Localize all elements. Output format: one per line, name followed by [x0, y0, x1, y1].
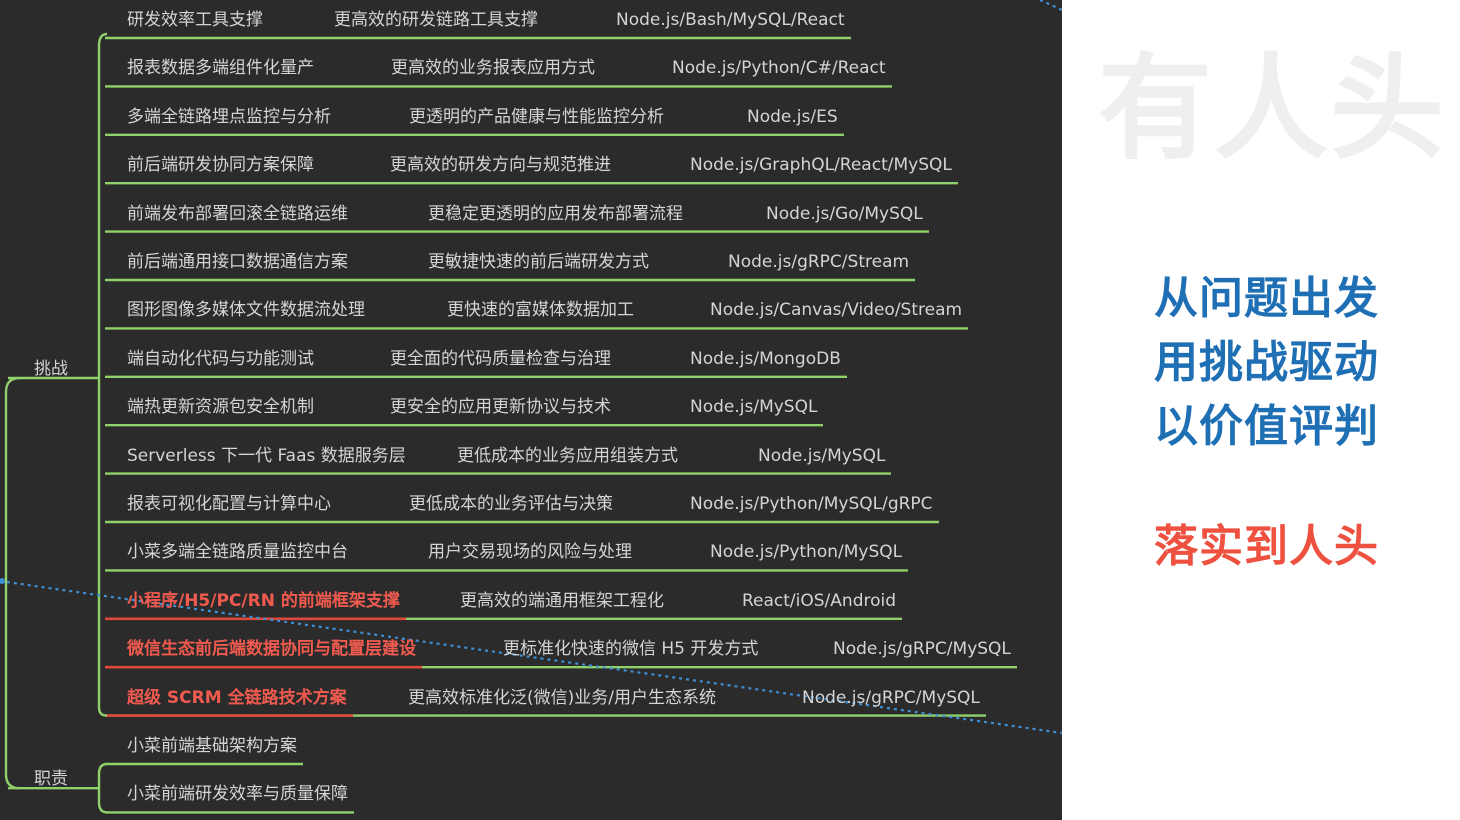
challenge-topic: 前端发布部署回滚全链路运维 [127, 203, 348, 224]
branch-challenge: 挑战 [34, 359, 68, 379]
challenge-value: 更透明的产品健康与性能监控分析 [409, 106, 664, 127]
slogan-line-1: 从问题出发 [1154, 273, 1379, 324]
challenge-tech: Node.js/gRPC/Stream [728, 252, 910, 272]
challenge-value: 用户交易现场的风险与处理 [428, 542, 632, 563]
challenge-value: 更高效的业务报表应用方式 [391, 58, 595, 79]
challenge-topic: 端热更新资源包安全机制 [127, 397, 314, 418]
challenge-value: 更低成本的业务评估与决策 [409, 494, 613, 514]
challenge-value: 更安全的应用更新协议与技术 [390, 397, 611, 418]
slogan-highlight: 落实到人头 [1154, 521, 1379, 572]
challenge-tech: Node.js/ES [747, 106, 838, 127]
challenge-topic: 报表数据多端组件化量产 [127, 58, 314, 79]
challenge-value: 更标准化快速的微信 H5 开发方式 [503, 639, 759, 660]
watermark-text: 有人头 [1098, 42, 1447, 175]
challenge-value: 更高效标准化泛(微信)业务/用户生态系统 [408, 687, 716, 708]
challenge-tech: Node.js/MySQL [758, 445, 886, 466]
challenge-value: 更高效的研发方向与规范推进 [390, 155, 611, 176]
challenge-tech: Node.js/Python/MySQL [710, 542, 903, 563]
challenge-topic: 端自动化代码与功能测试 [127, 348, 314, 369]
challenge-tech: Node.js/MongoDB [690, 348, 841, 369]
challenge-tech: Node.js/Go/MySQL [766, 203, 923, 224]
connector-line [1039, 0, 1062, 12]
slogan-line-2: 用挑战驱动 [1154, 337, 1379, 388]
challenge-tech: React/iOS/Android [742, 590, 897, 611]
slogan-line-3: 以价值评判 [1154, 401, 1379, 452]
challenge-value: 更敏捷快速的前后端研发方式 [428, 252, 649, 272]
challenge-topic: 超级 SCRM 全链路技术方案 [127, 687, 347, 708]
challenge-value: 更高效的研发链路工具支撑 [334, 10, 538, 30]
duty-topic: 小菜前端研发效率与质量保障 [127, 784, 348, 805]
challenge-tech: Node.js/GraphQL/React/MySQL [690, 155, 952, 176]
challenge-topic: 图形图像多媒体文件数据流处理 [127, 300, 365, 321]
challenge-topic: 小程序/H5/PC/RN 的前端框架支撑 [127, 590, 400, 611]
branch-duty: 职责 [34, 769, 68, 790]
challenge-topic: 研发效率工具支撑 [127, 10, 263, 30]
challenge-tech: Node.js/gRPC/MySQL [802, 687, 980, 708]
challenge-topic: 小菜多端全链路质量监控中台 [127, 542, 348, 563]
mind-map: 挑战 职责 研发效率工具支撑 更高效的研发链路工具支撑 Node.js/Bash/M… [0, 0, 1062, 820]
challenge-spine [97, 32, 108, 717]
challenge-tech: Node.js/Python/C#/React [672, 58, 886, 79]
challenge-tech: Node.js/MySQL [690, 397, 818, 418]
duty-spine [97, 762, 108, 814]
challenge-topic: Serverless 下一代 Faas 数据服务层 [127, 445, 406, 466]
slogan-panel: 有人头 从问题出发 用挑战驱动 以价值评判 落实到人头 [1062, 0, 1460, 820]
challenge-value: 更全面的代码质量检查与治理 [390, 348, 611, 369]
challenge-tech: Node.js/Python/MySQL/gRPC [690, 494, 933, 514]
challenge-value: 更快速的富媒体数据加工 [447, 300, 634, 321]
challenge-tech: Node.js/Canvas/Video/Stream [710, 300, 963, 321]
challenge-topic: 前后端研发协同方案保障 [127, 155, 314, 176]
challenge-topic: 多端全链路埋点监控与分析 [127, 106, 331, 127]
challenge-tech: Node.js/Bash/MySQL/React [616, 10, 845, 30]
challenge-topic: 报表可视化配置与计算中心 [127, 494, 331, 514]
annotation-dot [0, 578, 5, 584]
duty-topic: 小菜前端基础架构方案 [127, 736, 297, 756]
challenge-topic: 微信生态前后端数据协同与配置层建设 [127, 639, 416, 660]
challenge-value: 更稳定更透明的应用发布部署流程 [428, 203, 683, 224]
challenge-value: 更高效的端通用框架工程化 [460, 590, 664, 611]
challenge-topic: 前后端通用接口数据通信方案 [127, 252, 348, 272]
challenge-tech: Node.js/gRPC/MySQL [833, 639, 1011, 660]
challenge-value: 更低成本的业务应用组装方式 [457, 445, 678, 466]
